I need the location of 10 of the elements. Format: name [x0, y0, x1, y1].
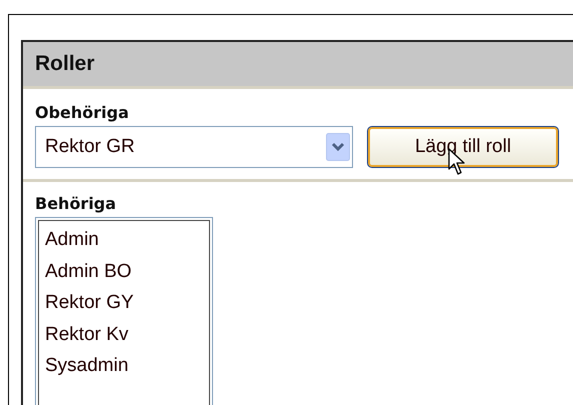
list-item[interactable]: Rektor Kv: [42, 318, 206, 350]
role-dropdown[interactable]: Rektor GR: [35, 126, 353, 168]
section-label: Behöriga: [35, 194, 118, 213]
list-item[interactable]: Sysadmin: [42, 350, 206, 382]
role-listbox[interactable]: Admin Admin BO Rektor GY Rektor Kv Sysadmin: [35, 217, 213, 405]
list-item[interactable]: Admin: [42, 224, 206, 256]
section-label: Obehöriga: [35, 103, 130, 122]
panel-title: Roller: [35, 52, 95, 76]
list-item[interactable]: Rektor GY: [42, 287, 206, 318]
list-item[interactable]: Admin BO: [42, 256, 206, 287]
